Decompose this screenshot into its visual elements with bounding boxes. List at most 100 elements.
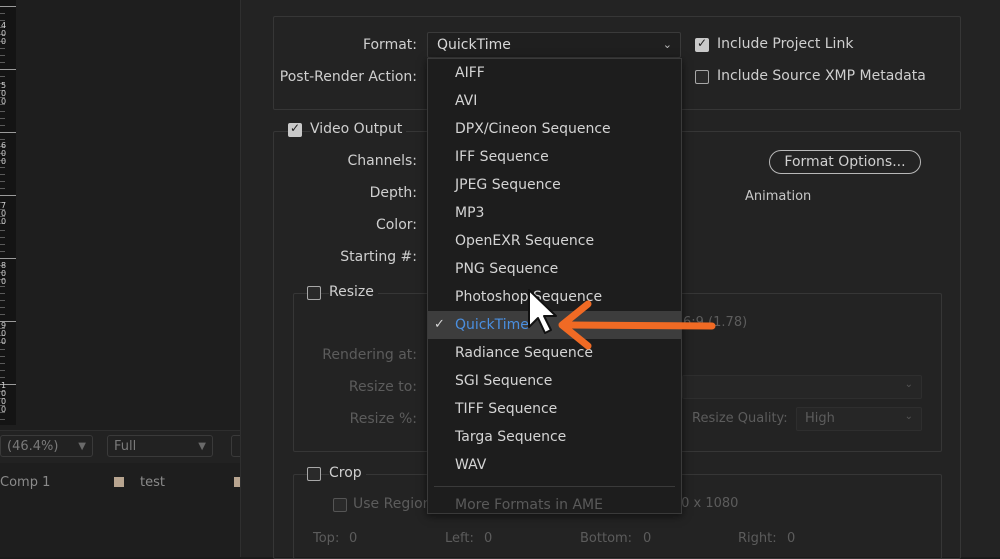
chevron-down-icon: ▼	[198, 441, 206, 452]
ruler-label: 1000	[1, 381, 7, 414]
layer-name: test	[140, 475, 165, 490]
ruler-tick	[0, 6, 16, 7]
chevron-down-icon: ⌄	[662, 38, 672, 51]
resolution-dropdown[interactable]: Full ▼	[107, 435, 213, 457]
resize-checkbox[interactable]	[307, 286, 321, 300]
zoom-dropdown[interactable]: (46.4%) ▼	[0, 435, 93, 457]
ruler-tick	[0, 139, 5, 140]
ruler-label: 500	[1, 81, 7, 106]
ruler-tick	[0, 111, 5, 112]
format-option-label: AIFF	[455, 65, 485, 81]
format-option[interactable]: SGI Sequence	[428, 367, 681, 395]
resize-quality-dropdown[interactable]: High ⌄	[796, 407, 922, 431]
ruler-tick	[0, 48, 5, 49]
include-project-link-label: Include Project Link	[717, 36, 854, 52]
video-output-title: Video Output	[310, 121, 407, 137]
format-option-label: JPEG Sequence	[455, 177, 561, 193]
format-option[interactable]: WAV	[428, 451, 681, 479]
ruler-tick	[0, 356, 5, 357]
ruler-tick	[0, 174, 5, 175]
use-region-label: Use Region of Interest	[353, 496, 427, 512]
crop-checkbox[interactable]	[307, 467, 321, 481]
format-options-button[interactable]: Format Options...	[769, 150, 921, 174]
ruler-tick	[0, 314, 5, 315]
resize-preset-dropdown[interactable]: ⌄	[682, 375, 922, 399]
crop-right-label: Right:	[738, 531, 777, 546]
format-option-label: MP3	[455, 205, 485, 221]
mouse-pointer-icon	[528, 289, 557, 334]
color-label: Color:	[375, 217, 417, 233]
crop-top-value[interactable]: 0	[349, 531, 357, 546]
format-option-label: SGI Sequence	[455, 373, 553, 389]
final-size-label: Final Size: 1920 x 1080	[682, 496, 739, 511]
ruler-label: 600	[1, 141, 7, 166]
ruler-tick	[0, 300, 5, 301]
menu-separator	[434, 486, 675, 487]
ruler-tick	[0, 237, 5, 238]
more-formats-option: More Formats in AME	[455, 497, 603, 513]
crop-left-value[interactable]: 0	[484, 531, 492, 546]
format-dropdown[interactable]: QuickTime ⌄	[427, 32, 681, 58]
checkmark-icon: ✓	[434, 317, 445, 332]
resize-pct-label: Resize %:	[349, 411, 417, 427]
use-region-checkbox[interactable]	[333, 498, 347, 512]
crop-right-value[interactable]: 0	[787, 531, 795, 546]
crop-left-label: Left:	[445, 531, 474, 546]
ruler-tick	[0, 55, 5, 56]
ruler-tick	[0, 293, 5, 294]
ruler-tick	[0, 188, 5, 189]
ruler-label: 900	[1, 321, 7, 346]
format-label: Format:	[362, 37, 417, 53]
final-size-clip: Final Size: 1920 x 1080	[682, 496, 742, 516]
format-option-label: PNG Sequence	[455, 261, 559, 277]
video-output-checkbox[interactable]	[288, 121, 302, 137]
vertical-ruler: 400 500 600 700 800 900 1000	[0, 0, 16, 425]
format-option-label: QuickTime	[455, 317, 529, 333]
annotation-arrow-icon	[558, 300, 716, 350]
format-option-label: WAV	[455, 457, 487, 473]
ruler-tick	[0, 258, 16, 259]
comp-name: Comp 1	[0, 475, 51, 490]
codec-name: Animation	[745, 189, 812, 204]
label-color-swatch	[114, 477, 124, 487]
ruler-tick	[0, 349, 5, 350]
format-option-label: Targa Sequence	[455, 429, 567, 445]
crop-bottom-label: Bottom:	[580, 531, 633, 546]
depth-label: Depth:	[369, 185, 417, 201]
ruler-tick	[0, 62, 5, 63]
channels-label: Channels:	[347, 153, 418, 169]
ruler-tick	[0, 181, 5, 182]
use-region-clip: Use Region of Interest	[353, 496, 427, 516]
format-option[interactable]: TIFF Sequence	[428, 395, 681, 423]
format-option[interactable]: DPX/Cineon Sequence	[428, 115, 681, 143]
include-xmp-checkbox[interactable]	[695, 70, 709, 84]
composition-panel: 400 500 600 700 800 900 1000 (46.4%) ▼ Full ▼ …	[0, 0, 244, 557]
crop-bottom-value[interactable]: 0	[643, 531, 651, 546]
arrow-shaft	[566, 321, 716, 330]
format-option[interactable]: JPEG Sequence	[428, 171, 681, 199]
resize-to-label: Resize to:	[348, 379, 417, 395]
starting-number-label: Starting #:	[340, 249, 417, 265]
ruler-tick	[0, 370, 5, 371]
chevron-down-icon: ⌄	[904, 411, 913, 422]
format-option[interactable]: IFF Sequence	[428, 143, 681, 171]
ruler-tick	[0, 13, 5, 14]
format-option-label: TIFF Sequence	[455, 401, 558, 417]
format-option-label: IFF Sequence	[455, 149, 549, 165]
ruler-tick	[0, 167, 5, 168]
format-value: QuickTime	[437, 37, 511, 53]
format-option[interactable]: OpenEXR Sequence	[428, 227, 681, 255]
include-project-link-checkbox[interactable]	[695, 36, 709, 52]
chevron-down-icon: ⌄	[904, 379, 913, 390]
render-queue-row[interactable]: Comp 1 test	[0, 472, 244, 496]
ruler-tick	[0, 125, 5, 126]
format-option[interactable]: AIFF	[428, 59, 681, 87]
ruler-label: 800	[1, 261, 7, 286]
format-option[interactable]: PNG Sequence	[428, 255, 681, 283]
ruler-tick	[0, 132, 16, 133]
ruler-tick	[0, 307, 5, 308]
format-option[interactable]: MP3	[428, 199, 681, 227]
format-option[interactable]: AVI	[428, 87, 681, 115]
ruler-tick	[0, 244, 5, 245]
format-option[interactable]: Targa Sequence	[428, 423, 681, 451]
